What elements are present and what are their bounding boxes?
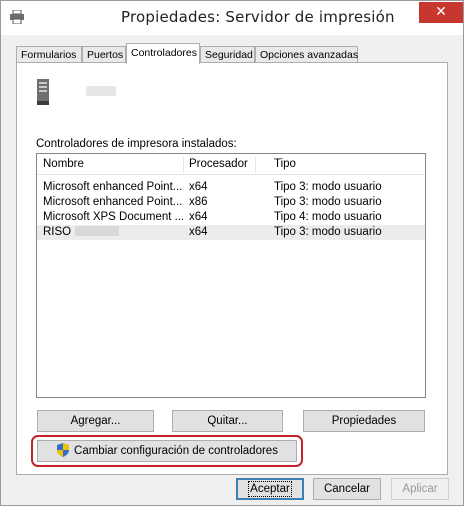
tab-puertos[interactable]: Puertos	[82, 46, 126, 63]
accept-button[interactable]: Aceptar	[236, 478, 304, 500]
cancel-button[interactable]: Cancelar	[313, 478, 381, 500]
uac-shield-icon	[57, 443, 70, 457]
redacted-text	[75, 226, 120, 236]
add-button[interactable]: Agregar...	[37, 410, 154, 432]
tab-controladores[interactable]: Controladores	[126, 43, 200, 64]
list-header: Nombre Procesador Tipo	[37, 154, 425, 175]
close-button[interactable]: ✕	[419, 2, 463, 23]
list-item[interactable]: Microsoft XPS Document ... x64 Tipo 4: m…	[37, 210, 425, 225]
tab-seguridad[interactable]: Seguridad	[200, 46, 255, 63]
apply-button[interactable]: Aplicar	[391, 478, 449, 500]
server-name-redacted	[86, 86, 116, 96]
tab-formularios[interactable]: Formularios	[16, 46, 82, 63]
driver-name: RISO	[43, 226, 72, 238]
change-driver-settings-button[interactable]: Cambiar configuración de controladores	[37, 440, 297, 462]
properties-button[interactable]: Propiedades	[303, 410, 425, 432]
remove-button[interactable]: Quitar...	[172, 410, 283, 432]
list-item[interactable]: Microsoft enhanced Point... x86 Tipo 3: …	[37, 195, 425, 210]
window-title: Propiedades: Servidor de impresión	[121, 8, 395, 26]
installed-drivers-label: Controladores de impresora instalados:	[36, 138, 237, 150]
list-item[interactable]: RISO x64 Tipo 3: modo usuario	[37, 225, 425, 240]
list-item[interactable]: Microsoft enhanced Point... x64 Tipo 3: …	[37, 180, 425, 195]
printer-icon	[10, 10, 24, 24]
server-icon	[37, 79, 49, 105]
drivers-list[interactable]: Nombre Procesador Tipo Microsoft enhance…	[36, 153, 426, 398]
tab-opciones-avanzadas[interactable]: Opciones avanzadas	[255, 46, 358, 63]
title-bar[interactable]: Propiedades: Servidor de impresión ✕	[1, 1, 463, 35]
column-header-nombre[interactable]: Nombre	[37, 157, 184, 172]
column-header-procesador[interactable]: Procesador	[183, 157, 256, 172]
column-header-tipo[interactable]: Tipo	[256, 157, 424, 172]
